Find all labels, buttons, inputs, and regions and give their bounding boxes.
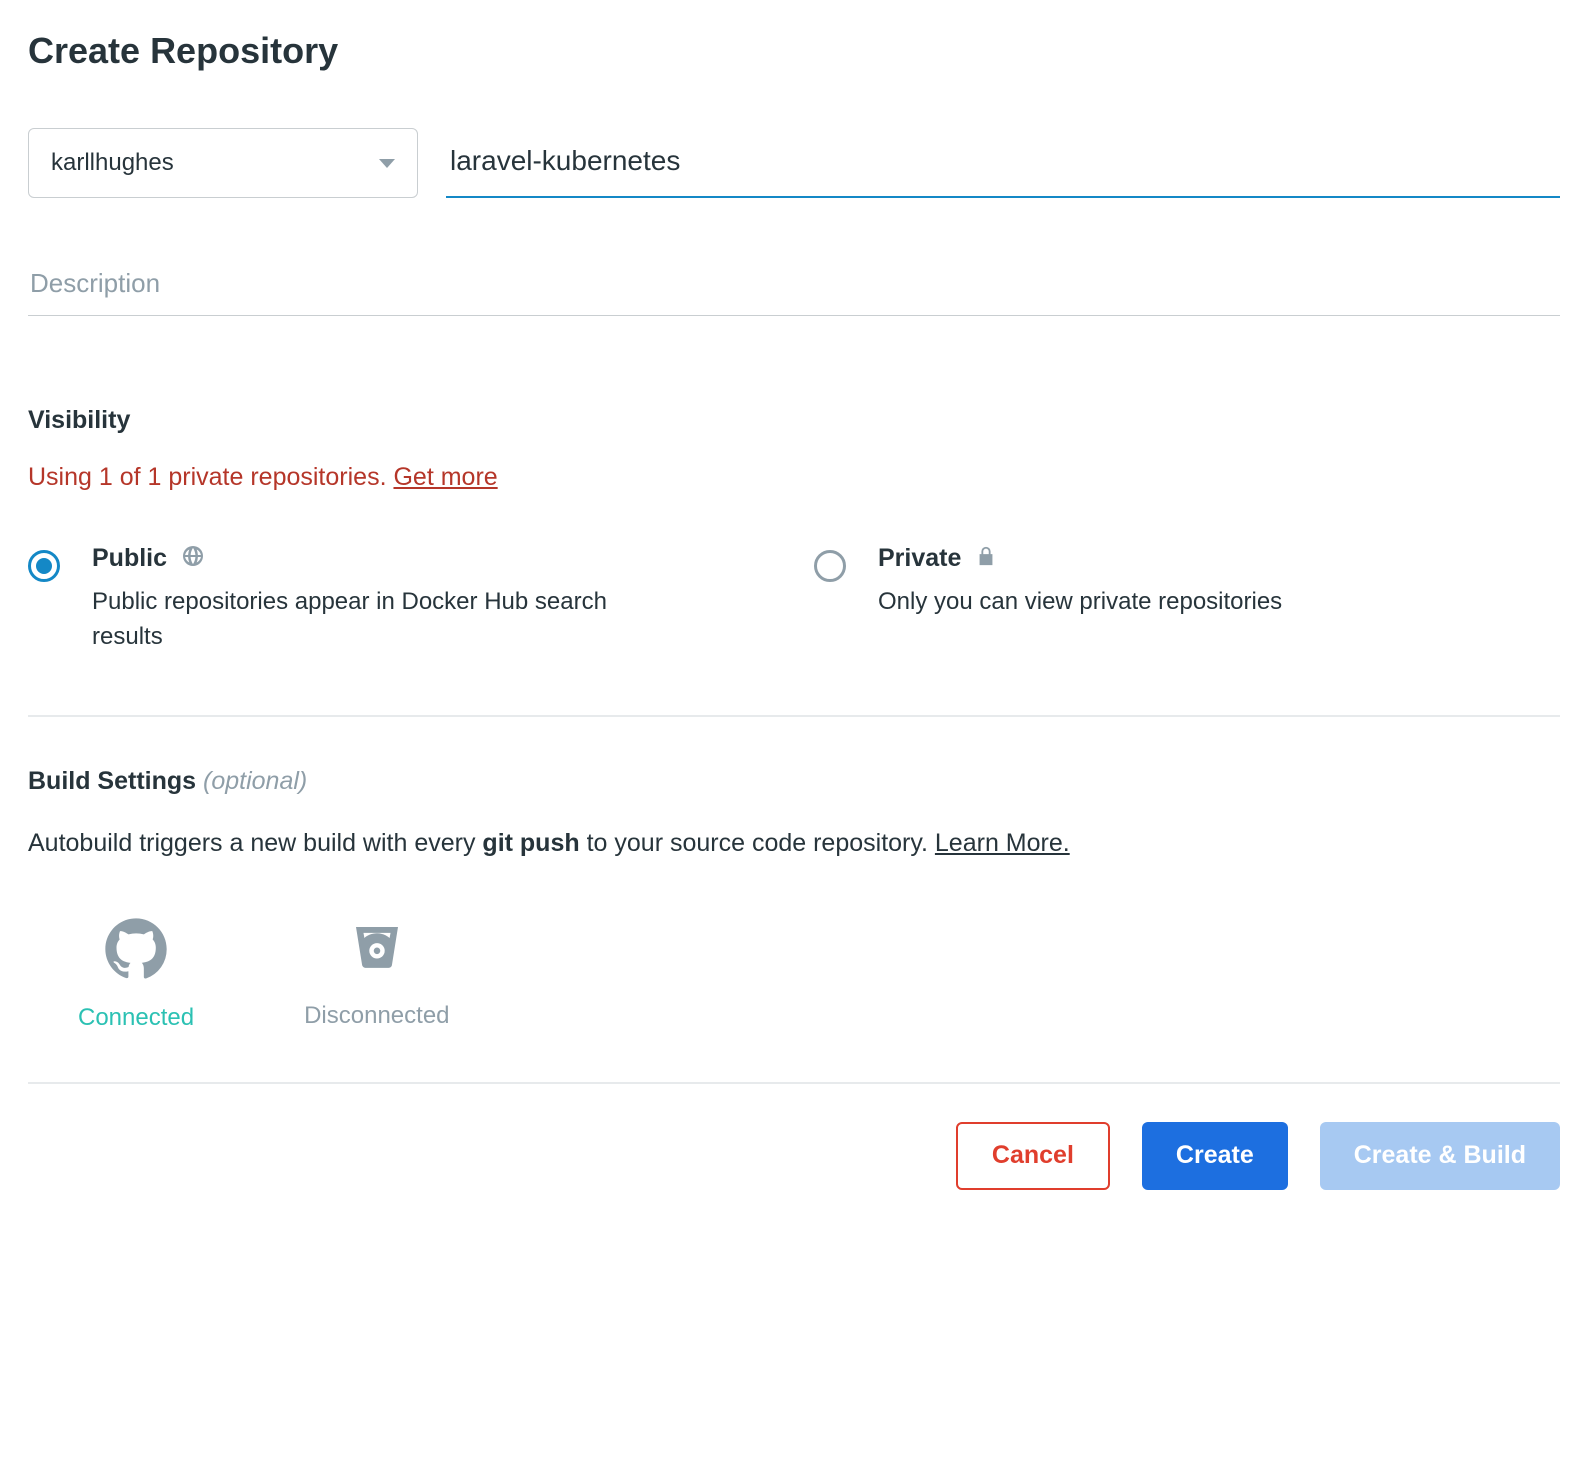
cancel-button[interactable]: Cancel bbox=[956, 1122, 1110, 1190]
build-text-post: to your source code repository. bbox=[580, 829, 935, 857]
learn-more-link[interactable]: Learn More. bbox=[935, 829, 1070, 857]
visibility-options: Public Public repositories appear in Doc… bbox=[28, 544, 1560, 655]
build-providers: Connected Disconnected bbox=[28, 917, 1560, 1032]
autobuild-description: Autobuild triggers a new build with ever… bbox=[28, 826, 1560, 861]
namespace-select-wrap: karllhughes bbox=[28, 128, 418, 198]
github-status: Connected bbox=[78, 1004, 194, 1032]
build-text-pre: Autobuild triggers a new build with ever… bbox=[28, 829, 482, 857]
radio-public[interactable] bbox=[28, 550, 60, 582]
description-row bbox=[28, 262, 1560, 316]
public-content: Public Public repositories appear in Doc… bbox=[92, 544, 672, 655]
radio-private[interactable] bbox=[814, 550, 846, 582]
namespace-select[interactable]: karllhughes bbox=[28, 128, 418, 198]
bitbucket-status: Disconnected bbox=[304, 1002, 449, 1030]
create-button[interactable]: Create bbox=[1142, 1122, 1288, 1190]
public-desc: Public repositories appear in Docker Hub… bbox=[92, 585, 672, 655]
github-provider[interactable]: Connected bbox=[78, 917, 194, 1032]
lock-icon bbox=[975, 544, 997, 573]
private-title: Private bbox=[878, 544, 961, 573]
page-title: Create Repository bbox=[28, 30, 1560, 72]
namespace-row: karllhughes bbox=[28, 128, 1560, 198]
build-text-bold: git push bbox=[482, 829, 579, 857]
create-and-build-button[interactable]: Create & Build bbox=[1320, 1122, 1560, 1190]
visibility-private-option[interactable]: Private Only you can view private reposi… bbox=[814, 544, 1560, 655]
build-optional-text: (optional) bbox=[203, 767, 307, 795]
quota-message: Using 1 of 1 private repositories. Get m… bbox=[28, 463, 1560, 492]
namespace-selected-value: karllhughes bbox=[51, 149, 174, 177]
description-input[interactable] bbox=[28, 262, 1560, 316]
visibility-public-option[interactable]: Public Public repositories appear in Doc… bbox=[28, 544, 774, 655]
public-title: Public bbox=[92, 544, 167, 573]
build-settings-heading: Build Settings (optional) bbox=[28, 767, 1560, 796]
repo-name-input[interactable] bbox=[446, 128, 1560, 198]
build-heading-text: Build Settings bbox=[28, 767, 196, 795]
github-icon bbox=[104, 917, 168, 986]
visibility-label: Visibility bbox=[28, 406, 1560, 435]
quota-text: Using 1 of 1 private repositories. bbox=[28, 463, 393, 491]
bitbucket-icon bbox=[349, 917, 405, 984]
private-content: Private Only you can view private reposi… bbox=[878, 544, 1282, 620]
bitbucket-provider[interactable]: Disconnected bbox=[304, 917, 449, 1032]
private-desc: Only you can view private repositories bbox=[878, 585, 1282, 620]
chevron-down-icon bbox=[379, 159, 395, 168]
globe-icon bbox=[181, 544, 205, 573]
get-more-link[interactable]: Get more bbox=[393, 463, 497, 491]
divider bbox=[28, 715, 1560, 717]
footer-actions: Cancel Create Create & Build bbox=[28, 1082, 1560, 1190]
